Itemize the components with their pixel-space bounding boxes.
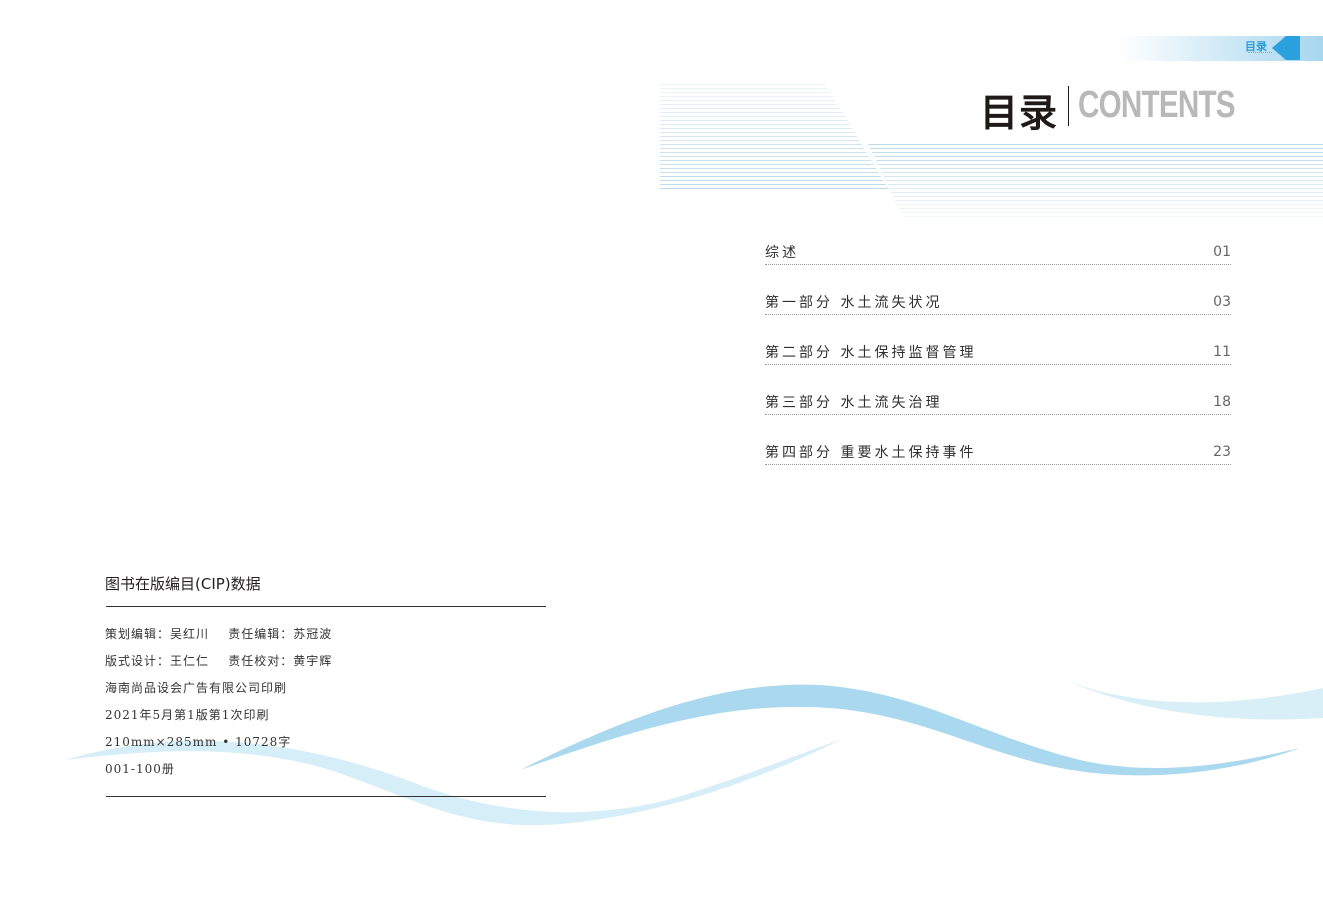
toc-item-page: 11 bbox=[1213, 344, 1231, 360]
stripe-decoration-left bbox=[660, 84, 890, 192]
cip-line-editors: 策划编辑：吴红川 责任编辑：苏冠波 bbox=[105, 627, 333, 641]
table-of-contents: 综述 01 第一部分 水土流失状况 03 第二部分 水土保持监督管理 11 第三… bbox=[765, 236, 1231, 486]
dotted-rule bbox=[765, 414, 1231, 415]
toc-item-title: 综述 bbox=[765, 245, 799, 261]
cip-line-format: 210mm×285mm • 10728字 bbox=[105, 735, 292, 749]
toc-item-page: 23 bbox=[1213, 444, 1231, 460]
toc-item[interactable]: 第二部分 水土保持监督管理 11 bbox=[765, 336, 1231, 386]
tab-marker bbox=[1286, 36, 1300, 60]
cip-rule-top bbox=[106, 606, 546, 607]
cip-line-copies: 001-100册 bbox=[105, 762, 175, 776]
cip-title: 图书在版编目(CIP)数据 bbox=[105, 575, 261, 593]
toc-item-title: 第二部分 水土保持监督管理 bbox=[765, 345, 977, 361]
toc-item[interactable]: 第三部分 水土流失治理 18 bbox=[765, 386, 1231, 436]
toc-item-page: 18 bbox=[1213, 394, 1231, 410]
toc-item[interactable]: 综述 01 bbox=[765, 236, 1231, 286]
page-title-english: CONTENTS bbox=[1078, 84, 1236, 126]
toc-item[interactable]: 第四部分 重要水土保持事件 23 bbox=[765, 436, 1231, 486]
cip-line-edition: 2021年5月第1版第1次印刷 bbox=[105, 708, 270, 722]
stripe-decoration-right bbox=[868, 144, 1323, 220]
dotted-rule bbox=[765, 464, 1231, 465]
toc-item-title: 第三部分 水土流失治理 bbox=[765, 395, 943, 411]
tab-underline bbox=[1248, 52, 1272, 57]
page-title: 目录 bbox=[980, 91, 1059, 135]
dotted-rule bbox=[765, 314, 1231, 315]
triangle-left-icon bbox=[1272, 36, 1286, 60]
title-divider bbox=[1068, 86, 1069, 126]
toc-item-page: 01 bbox=[1213, 244, 1231, 260]
dotted-rule bbox=[765, 264, 1231, 265]
toc-item-title: 第一部分 水土流失状况 bbox=[765, 295, 943, 311]
wave-mid-center bbox=[520, 684, 1300, 776]
section-tab[interactable]: 目录 bbox=[1118, 36, 1323, 61]
wave-light-right bbox=[1070, 682, 1323, 720]
toc-item[interactable]: 第一部分 水土流失状况 03 bbox=[765, 286, 1231, 336]
cip-line-design: 版式设计：王仁仁 责任校对：黄宇辉 bbox=[105, 654, 333, 668]
cip-details: 策划编辑：吴红川 责任编辑：苏冠波 版式设计：王仁仁 责任校对：黄宇辉 海南尚品… bbox=[105, 624, 332, 786]
dotted-rule bbox=[765, 364, 1231, 365]
cip-rule-bottom bbox=[106, 796, 546, 797]
toc-item-page: 03 bbox=[1213, 294, 1231, 310]
cip-line-printer: 海南尚品设会广告有限公司印刷 bbox=[105, 681, 288, 695]
toc-item-title: 第四部分 重要水土保持事件 bbox=[765, 445, 977, 461]
